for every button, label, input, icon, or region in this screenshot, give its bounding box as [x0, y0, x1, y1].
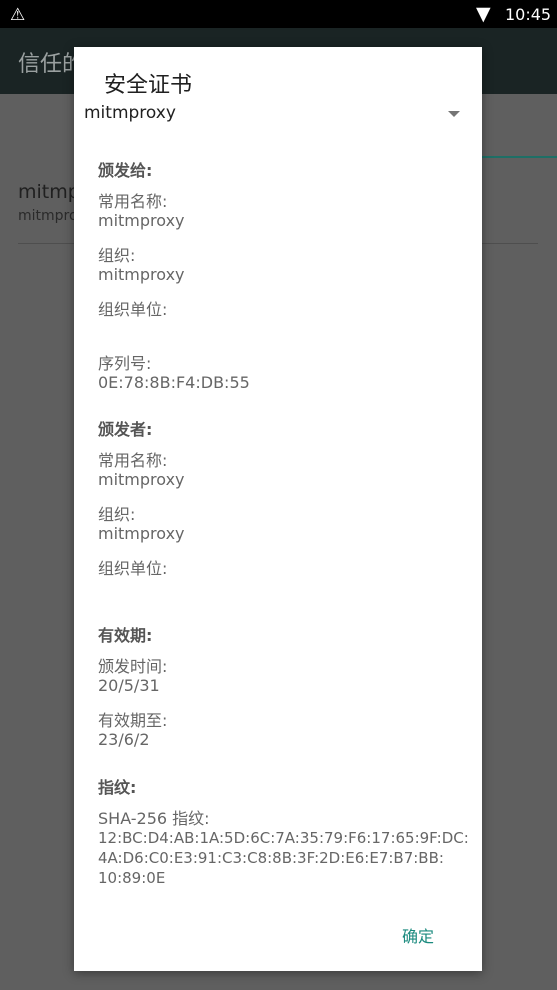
tab-indicator	[480, 156, 557, 158]
sha256-line-1: 12:BC:D4:AB:1A:5D:6C:7A:35:79:F6:17:65:9…	[98, 829, 468, 847]
issued-by-org-label: 组织:	[98, 505, 136, 524]
issued-to-org-value: mitmproxy	[98, 265, 185, 284]
sha256-label: SHA-256 指纹:	[98, 809, 210, 828]
dialog-title: 安全证书	[104, 73, 193, 98]
list-item-title: mitmp	[18, 181, 80, 203]
status-bar: ⚠ ▼ 10:45	[0, 0, 557, 28]
certificate-spinner[interactable]: mitmproxy	[84, 103, 472, 133]
dropdown-arrow-icon[interactable]	[448, 111, 460, 117]
issued-on-value: 20/5/31	[98, 676, 160, 695]
sha256-line-2: 4A:D6:C0:E3:91:C3:C8:8B:3F:2D:E6:E7:B7:B…	[98, 849, 444, 867]
status-time: 10:45	[505, 5, 552, 24]
expires-label: 有效期至:	[98, 711, 168, 730]
issued-by-cn-value: mitmproxy	[98, 470, 185, 489]
sha256-line-3: 10:89:0E	[98, 869, 166, 887]
issued-to-cn-label: 常用名称:	[98, 192, 168, 211]
fingerprints-header: 指纹:	[98, 778, 137, 797]
issued-by-cn-label: 常用名称:	[98, 451, 168, 470]
serial-value: 0E:78:8B:F4:DB:55	[98, 373, 250, 392]
certificate-details[interactable]: 颁发给: 常用名称: mitmproxy 组织: mitmproxy 组织单位:…	[98, 147, 468, 899]
issued-to-org-label: 组织:	[98, 246, 136, 265]
list-item-subtitle: mitmpro	[18, 208, 78, 224]
wifi-icon: ▼	[476, 3, 491, 25]
issued-to-ou-label: 组织单位:	[98, 300, 168, 319]
issued-to-header: 颁发给:	[98, 161, 153, 180]
ok-button[interactable]: 确定	[402, 923, 434, 947]
issued-by-header: 颁发者:	[98, 420, 153, 439]
serial-label: 序列号:	[98, 354, 152, 373]
issued-on-label: 颁发时间:	[98, 657, 168, 676]
warning-icon: ⚠	[10, 5, 26, 25]
certificate-dialog: 安全证书 mitmproxy 颁发给: 常用名称: mitmproxy 组织: …	[74, 47, 482, 971]
issued-by-ou-label: 组织单位:	[98, 559, 168, 578]
issued-to-cn-value: mitmproxy	[98, 211, 185, 230]
issued-by-org-value: mitmproxy	[98, 524, 185, 543]
spinner-value: mitmproxy	[84, 103, 176, 123]
scroll-fade	[98, 887, 468, 905]
expires-value: 23/6/2	[98, 730, 150, 749]
validity-header: 有效期:	[98, 626, 153, 645]
